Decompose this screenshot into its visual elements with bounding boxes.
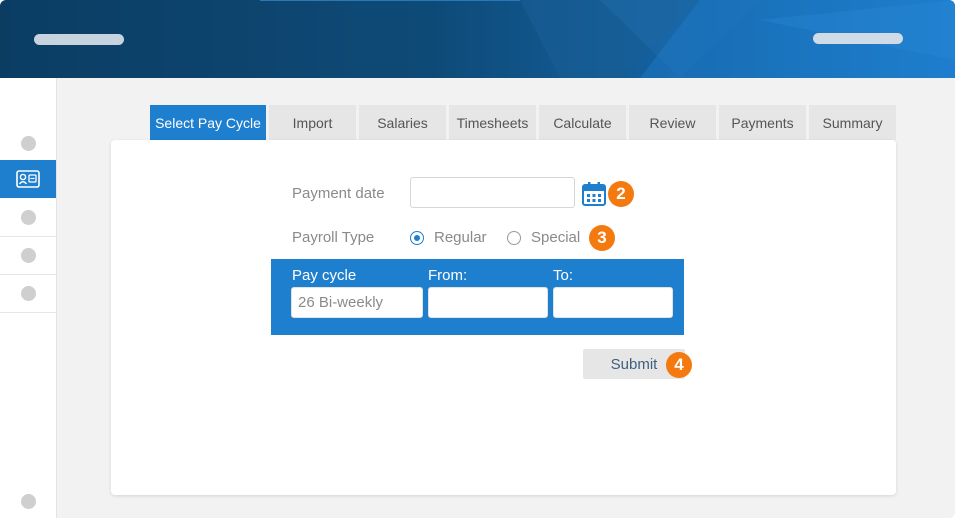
payroll-regular-option[interactable]: Regular bbox=[410, 229, 487, 246]
payment-date-input[interactable] bbox=[410, 177, 575, 208]
sidebar-item-5[interactable] bbox=[0, 275, 56, 313]
sidebar-item-3[interactable] bbox=[0, 199, 56, 237]
pay-cycle-select[interactable]: 26 Bi-weekly bbox=[291, 287, 423, 318]
step-badge-2: 2 bbox=[608, 181, 634, 207]
step-badge-4: 4 bbox=[666, 352, 692, 378]
sidebar-dot-icon bbox=[20, 286, 36, 301]
tab-salaries[interactable]: Salaries bbox=[359, 105, 446, 140]
sidebar-item-payroll[interactable] bbox=[0, 160, 56, 198]
to-label: To: bbox=[553, 267, 574, 284]
from-date-input[interactable] bbox=[428, 287, 548, 318]
payroll-type-label: Payroll Type bbox=[292, 229, 375, 246]
sidebar-dot-icon bbox=[20, 493, 36, 509]
radio-special-label: Special bbox=[531, 229, 581, 246]
wizard-tabs: Select Pay Cycle Import Salaries Timeshe… bbox=[150, 105, 899, 140]
tab-calculate[interactable]: Calculate bbox=[539, 105, 626, 140]
sidebar-dot-icon bbox=[20, 135, 36, 151]
step-badge-3: 3 bbox=[589, 225, 615, 251]
header-title-placeholder bbox=[34, 34, 124, 45]
tab-import[interactable]: Import bbox=[269, 105, 356, 140]
header-user-placeholder[interactable] bbox=[813, 33, 903, 44]
from-label: From: bbox=[428, 267, 468, 284]
pay-cycle-label: Pay cycle bbox=[292, 267, 357, 284]
sidebar-dot-icon bbox=[20, 248, 36, 263]
radio-regular-label: Regular bbox=[434, 229, 487, 246]
tab-payments[interactable]: Payments bbox=[719, 105, 806, 140]
sidebar-dot-icon bbox=[20, 210, 36, 225]
to-date-input[interactable] bbox=[553, 287, 673, 318]
app-window: Select Pay Cycle Import Salaries Timeshe… bbox=[0, 0, 955, 518]
header-decoration bbox=[260, 0, 955, 78]
calendar-icon[interactable] bbox=[582, 181, 606, 206]
tab-review[interactable]: Review bbox=[629, 105, 716, 140]
radio-special[interactable] bbox=[507, 230, 521, 245]
sidebar-item-bottom[interactable] bbox=[0, 482, 56, 518]
top-header bbox=[0, 0, 955, 78]
sidebar-item-1[interactable] bbox=[0, 124, 56, 162]
sidebar-item-4[interactable] bbox=[0, 237, 56, 275]
tab-timesheets[interactable]: Timesheets bbox=[449, 105, 536, 140]
payment-date-label: Payment date bbox=[292, 185, 385, 202]
sidebar bbox=[0, 78, 57, 518]
payroll-special-option[interactable]: Special bbox=[507, 229, 580, 246]
tab-select-pay-cycle[interactable]: Select Pay Cycle bbox=[150, 105, 266, 140]
tab-summary[interactable]: Summary bbox=[809, 105, 896, 140]
id-card-icon bbox=[16, 170, 40, 188]
radio-regular[interactable] bbox=[410, 230, 424, 245]
pay-cycle-panel: Pay cycle From: To: 26 Bi-weekly bbox=[271, 259, 684, 335]
